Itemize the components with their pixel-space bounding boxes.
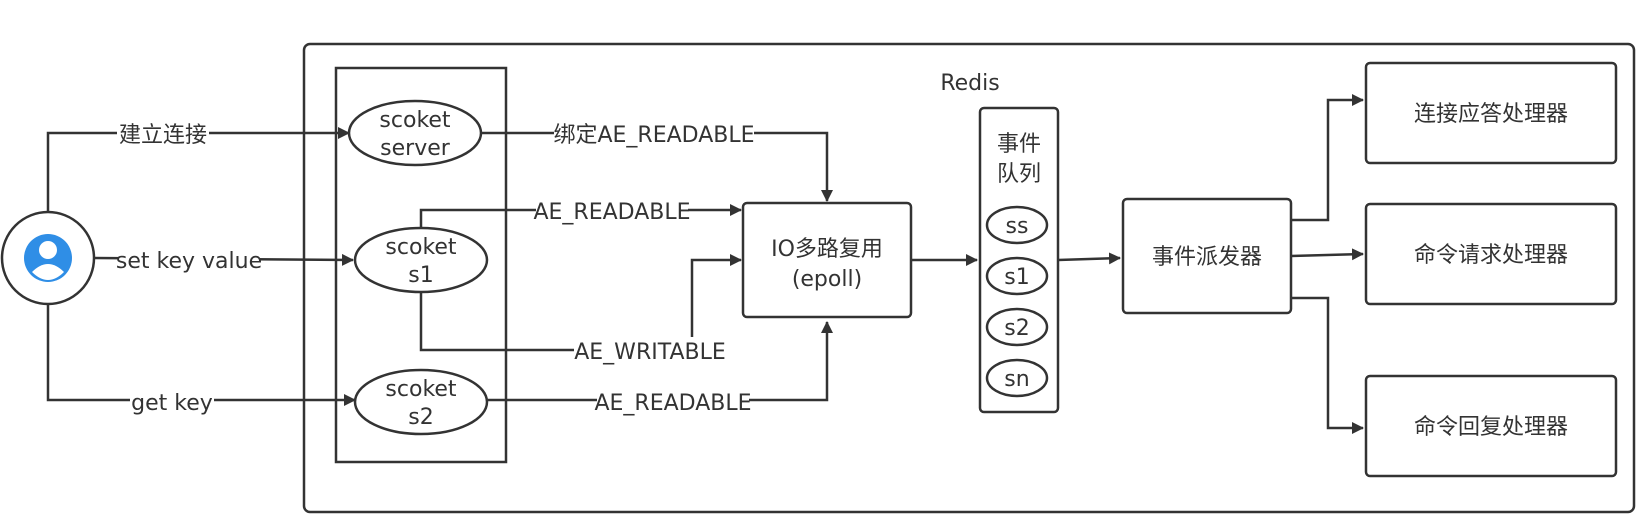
io-multiplexing-line1: IO多路复用 <box>771 237 883 262</box>
user-avatar-icon <box>24 234 72 282</box>
event-dispatcher[interactable]: 事件派发器 <box>1121 197 1293 315</box>
reply-handler[interactable]: 命令回复处理器 <box>1364 374 1618 478</box>
edge-label-connect: 建立连接 <box>119 123 207 148</box>
connect-handler[interactable]: 连接应答处理器 <box>1364 61 1618 165</box>
queue-item-label: s1 <box>1004 265 1029 290</box>
event-queue-title-line2: 队列 <box>997 162 1041 187</box>
socket-s2-line2: s2 <box>408 405 433 430</box>
edge-label-s1-readable: AE_READABLE <box>533 200 690 225</box>
reply-handler-label: 命令回复处理器 <box>1414 415 1568 440</box>
edge-label-s2-readable: AE_READABLE <box>594 391 751 416</box>
edge-label-set-key: set key value <box>116 249 262 274</box>
socket-server[interactable]: scoket server <box>347 99 483 167</box>
socket-s1-line1: scoket <box>385 235 457 260</box>
queue-item-label: s2 <box>1004 316 1029 341</box>
queue-item: ss <box>985 205 1049 245</box>
edge-get-key <box>46 304 356 406</box>
queue-item-label: ss <box>1006 214 1029 239</box>
event-queue-title-line1: 事件 <box>997 132 1041 157</box>
socket-server-line1: scoket <box>379 108 451 133</box>
socket-s2-line1: scoket <box>385 377 457 402</box>
edge-label-s1-writable: AE_WRITABLE <box>574 340 726 365</box>
event-dispatcher-label: 事件派发器 <box>1152 245 1262 270</box>
socket-server-line2: server <box>380 136 451 161</box>
redis-title: Redis <box>940 71 999 96</box>
edge-queue-to-dispatcher <box>1057 252 1121 265</box>
queue-item: s2 <box>985 307 1049 347</box>
edge-dispatcher-to-connect-handler <box>1291 94 1364 222</box>
queue-item: sn <box>985 358 1049 398</box>
io-multiplexing-line2: (epoll) <box>792 267 862 292</box>
request-handler-label: 命令请求处理器 <box>1414 243 1568 268</box>
io-multiplexing-box[interactable]: IO多路复用 (epoll) <box>741 201 913 319</box>
socket-s2[interactable]: scoket s2 <box>353 368 489 436</box>
user-client[interactable] <box>0 210 96 306</box>
edge-label-get-key: get key <box>131 391 213 416</box>
queue-item: s1 <box>985 256 1049 296</box>
edge-dispatcher-to-reply-handler <box>1291 296 1364 434</box>
event-queue[interactable]: 事件 队列 ss s1 s2 sn <box>978 106 1060 414</box>
edge-dispatcher-to-request-handler <box>1290 248 1364 261</box>
redis-event-model-diagram: Redis 建立连接 set key value get key 绑定AE_RE… <box>0 42 1636 514</box>
queue-item-label: sn <box>1004 367 1029 392</box>
connect-handler-label: 连接应答处理器 <box>1414 102 1568 127</box>
socket-s1[interactable]: scoket s1 <box>353 226 489 294</box>
socket-s1-line2: s1 <box>408 263 433 288</box>
edge-label-bind-readable: 绑定AE_READABLE <box>553 123 754 148</box>
request-handler[interactable]: 命令请求处理器 <box>1364 202 1618 306</box>
